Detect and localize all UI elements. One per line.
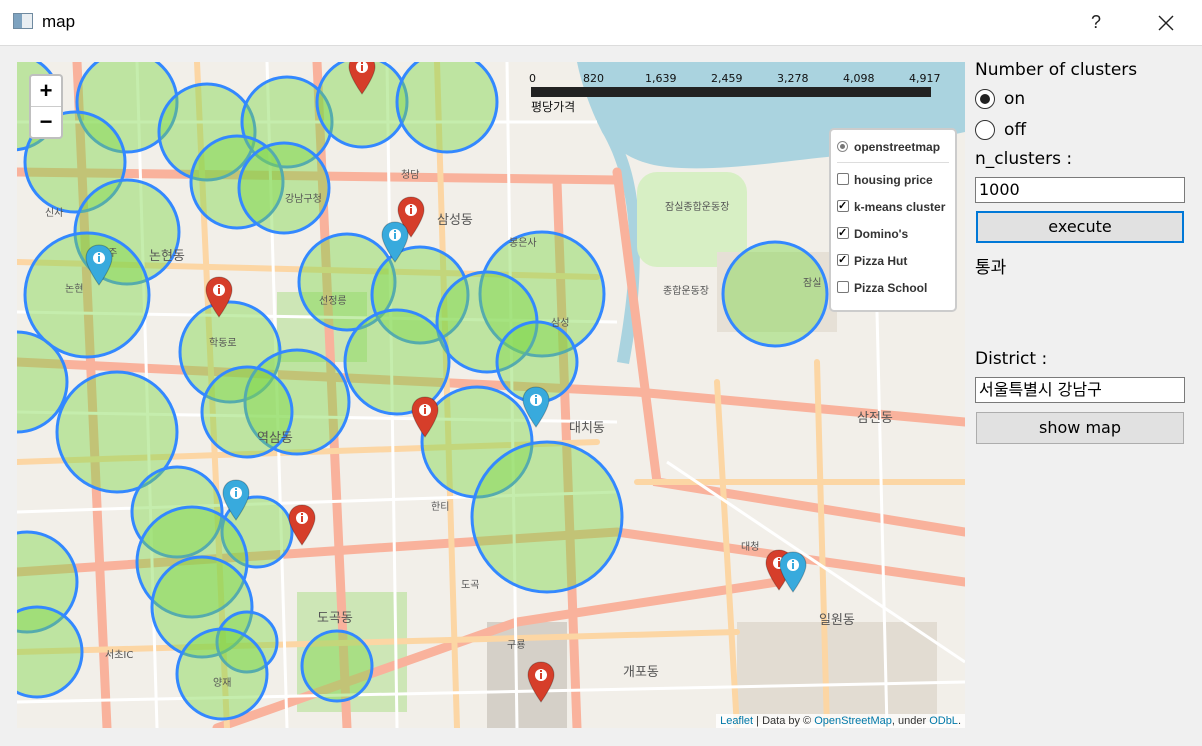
colorbar-tick: 0 [529,72,536,85]
map-view[interactable]: 청담 삼성동 봉은사 논현동 논현 선정릉 언주 학동로 삼성 종합운동장 잠실… [17,62,965,728]
layer-checkbox[interactable] [837,197,849,215]
colorbar-tick: 820 [583,72,604,85]
layer-label: housing price [854,173,933,187]
layer-label: openstreetmap [854,140,941,154]
district-input[interactable]: 서울특별시 강남구 [975,377,1185,403]
kmeans-cluster-circle[interactable] [17,605,84,699]
attribution-text: . [957,715,961,727]
kmeans-cluster-circle[interactable] [237,141,331,235]
place-label: 도곡동 [317,611,353,626]
colorbar-caption: 평당가격 [531,100,576,114]
kmeans-cluster-circle[interactable] [721,240,829,348]
place-label: 대치동 [569,421,605,436]
place-label: 논현동 [149,249,185,264]
layer-label: Pizza School [854,281,928,295]
colorbar-ticks: 0 820 1,639 2,459 3,278 4,098 4,917 [525,72,945,86]
place-label: 봉은사 [509,237,537,249]
clusters-off-radio[interactable] [975,120,995,140]
kmeans-cluster-circle[interactable] [470,440,624,594]
clusters-on-radio[interactable] [975,89,995,109]
place-label: 도곡 [461,579,479,591]
base-layer-radio[interactable] [837,141,848,152]
n-clusters-input[interactable]: 1000 [975,177,1185,203]
zoom-out-button[interactable]: − [31,107,61,137]
colorbar-tick: 1,639 [645,72,677,85]
colorbar-tick: 3,278 [777,72,809,85]
price-colorbar-legend: 0 820 1,639 2,459 3,278 4,098 4,917 평당가격 [525,72,945,114]
osm-link[interactable]: OpenStreetMap [814,715,892,727]
place-label: 잠실종합운동장 [665,201,729,213]
app-icon [13,13,33,29]
title-bar: map ? [0,0,1202,46]
status-text: 통과 [975,258,1007,278]
layer-checkbox[interactable] [837,224,849,242]
layer-base-openstreetmap[interactable]: openstreetmap [837,138,940,156]
district-label: District : [975,349,1048,369]
close-button[interactable] [1148,6,1184,40]
layer-pizza-hut[interactable]: Pizza Hut [837,251,908,270]
place-label: 청담 [401,169,419,181]
place-label: 삼성 [551,317,569,329]
place-label: 삼전동 [857,411,893,426]
execute-button[interactable]: execute [976,211,1184,243]
place-label: 역삼동 [257,431,293,446]
clusters-on-label[interactable]: on [1004,89,1025,109]
layer-checkbox[interactable] [837,251,849,269]
attribution-text: | Data by © [753,715,815,727]
place-label: 일원동 [819,613,855,628]
zoom-control: + − [29,74,63,139]
layer-kmeans-cluster[interactable]: k-means cluster [837,197,946,216]
layer-housing-price[interactable]: housing price [837,171,933,189]
layer-checkbox[interactable] [837,173,849,185]
kmeans-cluster-circle[interactable] [175,627,269,721]
kmeans-cluster-circle[interactable] [300,629,374,703]
clusters-title: Number of clusters [975,60,1138,80]
place-label: 개포동 [623,665,659,680]
layer-pizza-school[interactable]: Pizza School [837,279,927,297]
layer-separator [837,162,949,163]
place-label: 종합운동장 [663,285,709,297]
odbl-link[interactable]: ODbL [929,715,958,727]
layer-checkbox[interactable] [837,281,849,293]
layer-label: k-means cluster [854,200,946,214]
layer-control: openstreetmap housing price k-means clus… [829,128,957,312]
layer-label: Domino's [854,227,909,241]
attribution-text: , under [891,715,930,727]
place-label: 삼성동 [437,213,473,228]
colorbar-tick: 4,098 [843,72,875,85]
close-icon [1158,15,1174,31]
place-label: 서초IC [105,649,133,661]
place-label: 대청 [741,541,759,553]
place-label: 선정릉 [319,295,347,307]
colorbar [531,87,931,97]
zoom-in-button[interactable]: + [31,76,61,107]
map-attribution: Leaflet | Data by © OpenStreetMap, under… [716,714,965,728]
layer-dominos[interactable]: Domino's [837,224,909,243]
place-label: 신사 [45,207,63,219]
place-label: 논현 [65,283,83,295]
show-map-button[interactable]: show map [976,412,1184,444]
window-title: map [42,12,76,31]
place-label: 한티 [431,501,449,513]
n-clusters-label: n_clusters : [975,149,1073,169]
pizza-hut-marker[interactable] [779,551,807,593]
layer-label: Pizza Hut [854,254,908,268]
colorbar-tick: 4,917 [909,72,941,85]
clusters-off-label[interactable]: off [1004,120,1026,140]
dominos-marker[interactable] [288,504,316,546]
place-label: 양재 [213,677,231,689]
place-label: 잠실 [803,277,821,289]
kmeans-cluster-circle[interactable] [343,308,451,416]
kmeans-cluster-circle[interactable] [395,62,499,154]
place-label: 학동로 [209,337,237,349]
help-button[interactable]: ? [1084,8,1108,36]
map-canvas[interactable]: 청담 삼성동 봉은사 논현동 논현 선정릉 언주 학동로 삼성 종합운동장 잠실… [17,62,965,728]
place-label: 구룡 [507,639,525,651]
leaflet-link[interactable]: Leaflet [720,715,753,727]
colorbar-tick: 2,459 [711,72,743,85]
place-label: 강남구청 [285,193,322,205]
